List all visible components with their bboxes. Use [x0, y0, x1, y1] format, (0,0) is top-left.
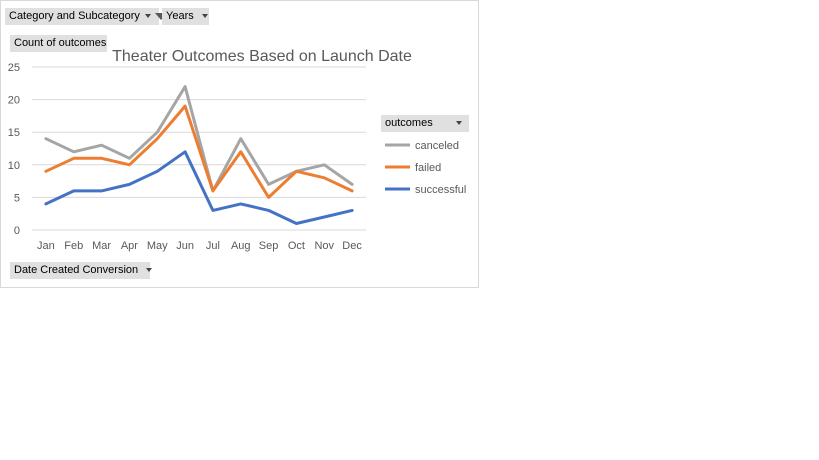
data-point-successful[interactable]: [44, 202, 48, 206]
x-tick-label: May: [147, 240, 168, 252]
category-filter-label: Category and Subcategory: [9, 10, 140, 22]
y-tick-label: 0: [14, 225, 20, 237]
chevron-down-icon: [144, 14, 151, 19]
x-tick-label: Apr: [121, 240, 138, 252]
legend-label-successful[interactable]: successful: [415, 184, 466, 196]
years-filter-button[interactable]: Years: [162, 8, 209, 25]
x-tick-label: Jun: [176, 240, 194, 252]
data-point-canceled[interactable]: [44, 137, 48, 141]
data-point-successful[interactable]: [322, 215, 326, 219]
data-point-successful[interactable]: [72, 189, 76, 193]
y-tick-label: 25: [8, 62, 20, 74]
data-point-canceled[interactable]: [239, 137, 243, 141]
legend-field-button[interactable]: outcomes: [381, 115, 469, 132]
axis-field-button[interactable]: Date Created Conversion: [10, 262, 153, 279]
data-point-successful[interactable]: [183, 150, 187, 154]
data-point-successful[interactable]: [350, 208, 354, 212]
y-tick-label: 15: [8, 127, 20, 139]
data-point-failed[interactable]: [155, 137, 159, 141]
data-point-successful[interactable]: [267, 208, 271, 212]
y-axis-ticks: 0 5 10 15 20 25: [8, 62, 20, 237]
x-tick-label: Oct: [288, 240, 305, 252]
data-point-failed[interactable]: [294, 169, 298, 173]
y-tick-label: 5: [14, 192, 20, 204]
data-point-successful[interactable]: [127, 182, 131, 186]
data-point-failed[interactable]: [100, 156, 104, 160]
data-point-failed[interactable]: [322, 176, 326, 180]
series-line-successful[interactable]: [44, 150, 354, 225]
x-tick-label: Jan: [37, 240, 55, 252]
x-tick-label: Nov: [314, 240, 334, 252]
data-point-successful[interactable]: [239, 202, 243, 206]
y-tick-label: 10: [8, 160, 20, 172]
data-point-canceled[interactable]: [322, 163, 326, 167]
chevron-down-icon: [146, 268, 153, 273]
x-axis-ticks: Jan Feb Mar Apr May Jun Jul Aug Sep Oct Nov Dec: [37, 240, 362, 252]
legend-field-label: outcomes: [385, 117, 433, 129]
legend-label-canceled[interactable]: canceled: [415, 140, 459, 152]
data-point-successful[interactable]: [294, 221, 298, 225]
data-point-canceled[interactable]: [350, 182, 354, 186]
legend-label-failed[interactable]: failed: [415, 162, 441, 174]
x-tick-label: Mar: [92, 240, 111, 252]
chart-title: Theater Outcomes Based on Launch Date: [112, 48, 412, 65]
y-tick-label: 20: [8, 95, 20, 107]
data-point-failed[interactable]: [127, 163, 131, 167]
data-point-failed[interactable]: [350, 189, 354, 193]
values-field-label: Count of outcomes: [14, 37, 107, 49]
data-point-successful[interactable]: [100, 189, 104, 193]
axis-field-label: Date Created Conversion: [14, 264, 139, 276]
data-point-successful[interactable]: [211, 208, 215, 212]
data-point-canceled[interactable]: [100, 143, 104, 147]
chevron-down-icon: [201, 14, 208, 19]
data-point-canceled[interactable]: [127, 156, 131, 160]
x-tick-label: Aug: [231, 240, 251, 252]
series-lines: [44, 85, 354, 225]
data-point-canceled[interactable]: [183, 85, 187, 89]
years-filter-label: Years: [166, 10, 194, 22]
values-field-button[interactable]: Count of outcomes: [10, 35, 107, 52]
x-tick-label: Feb: [64, 240, 83, 252]
series-line-canceled[interactable]: [44, 85, 354, 193]
data-point-failed[interactable]: [267, 195, 271, 199]
chevron-down-icon: [456, 121, 462, 125]
data-point-failed[interactable]: [72, 156, 76, 160]
data-point-failed[interactable]: [44, 169, 48, 173]
x-tick-label: Sep: [259, 240, 279, 252]
data-point-canceled[interactable]: [155, 130, 159, 134]
data-point-failed[interactable]: [239, 150, 243, 154]
data-point-failed[interactable]: [211, 189, 215, 193]
x-tick-label: Jul: [206, 240, 220, 252]
category-filter-button[interactable]: Category and Subcategory: [5, 8, 167, 25]
x-tick-label: Dec: [342, 240, 362, 252]
data-point-canceled[interactable]: [267, 182, 271, 186]
data-point-successful[interactable]: [155, 169, 159, 173]
legend: canceled failed successful: [385, 140, 466, 196]
data-point-canceled[interactable]: [72, 150, 76, 154]
data-point-failed[interactable]: [183, 104, 187, 108]
